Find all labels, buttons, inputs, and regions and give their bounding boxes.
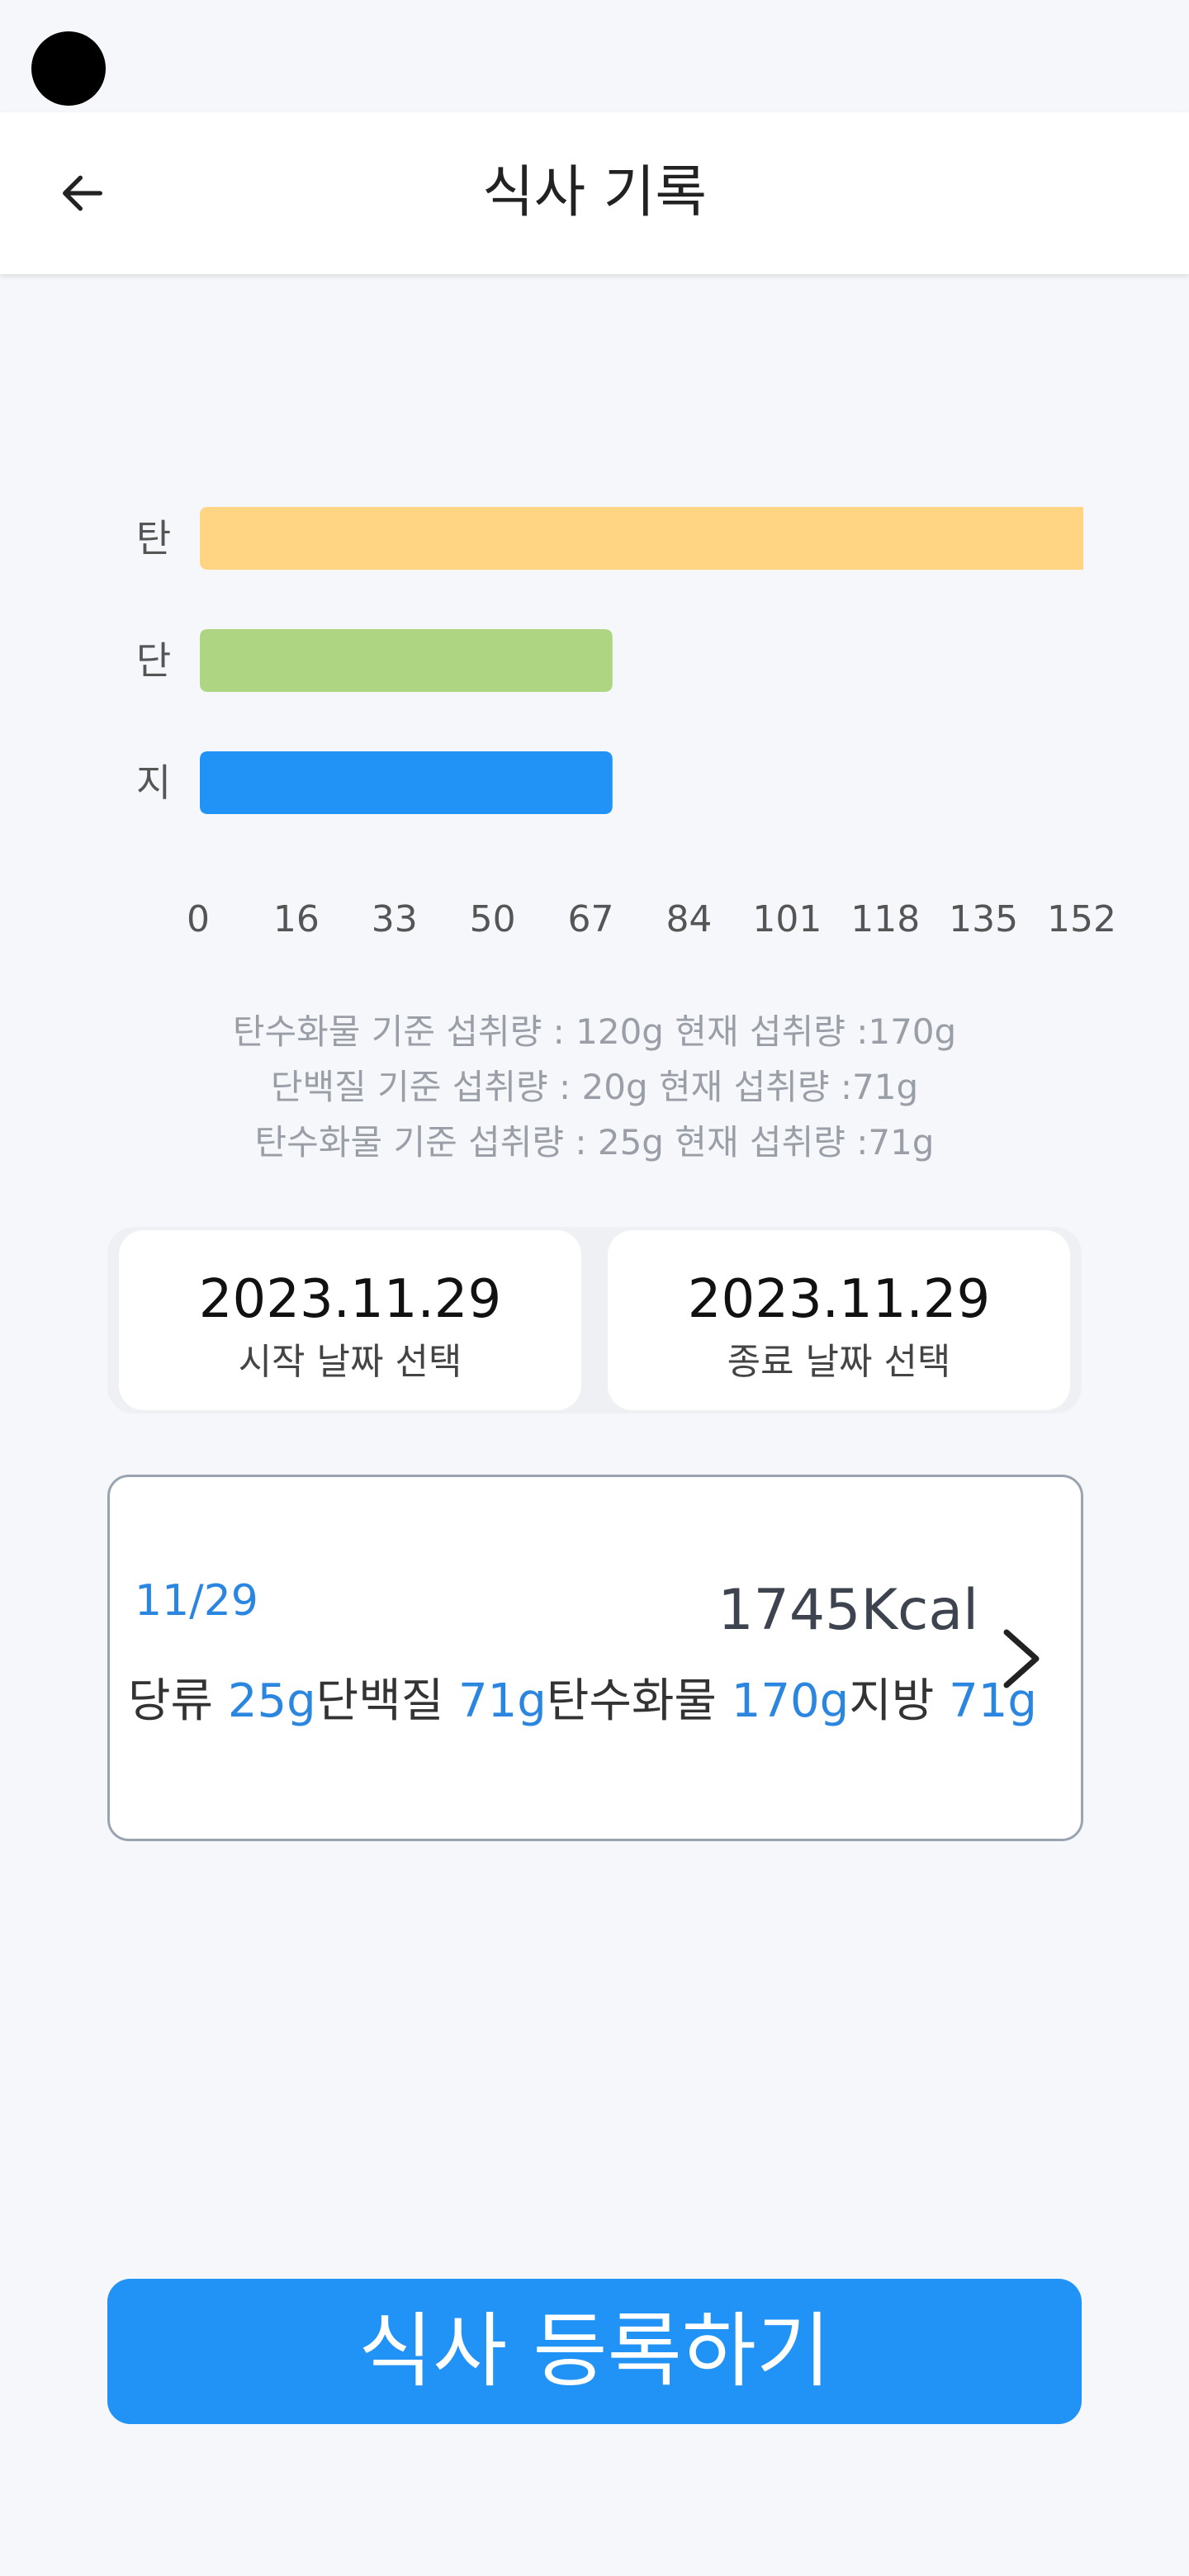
page-title: 식사 기록: [482, 160, 707, 225]
meal-record-card[interactable]: 11/29 1745Kcal 당류 25g단백질 71g탄수화물 170g지방 …: [107, 1475, 1083, 1841]
start-date-label: 시작 날짜 선택: [238, 1341, 462, 1383]
end-date-value: 2023.11.29: [687, 1269, 991, 1330]
intake-line-carbs: 탄수화물 기준 섭취량 : 120g 현재 섭취량 :170g: [232, 1011, 957, 1052]
nutrient-value-sugar: 25g: [227, 1674, 316, 1728]
bar-label-1: 단: [136, 638, 171, 683]
x-tick-label: 84: [666, 898, 712, 940]
end-date-label: 종료 날짜 선택: [727, 1341, 951, 1383]
x-tick-label: 101: [752, 898, 822, 940]
meal-date: 11/29: [135, 1576, 258, 1626]
bar-label-0: 탄: [136, 516, 171, 561]
nutrient-value-carbs: 170g: [731, 1674, 850, 1728]
nutrient-label-sugar: 당류: [128, 1674, 214, 1728]
nutrient-label-fat: 지방: [849, 1674, 935, 1728]
nutrient-value-protein: 71g: [458, 1674, 547, 1728]
x-tick-label: 118: [850, 898, 920, 940]
nutrient-row: 당류 25g단백질 71g탄수화물 170g지방 71g: [128, 1664, 1053, 1731]
date-range-selector: 2023.11.29 시작 날짜 선택 2023.11.29 종료 날짜 선택: [107, 1227, 1082, 1413]
start-date-button[interactable]: 2023.11.29 시작 날짜 선택: [119, 1230, 581, 1410]
x-tick-label: 0: [187, 898, 210, 940]
bar-1: [200, 629, 613, 692]
nutrient-label-protein: 단백질: [315, 1674, 444, 1728]
intake-line-protein: 단백질 기준 섭취량 : 20g 현재 섭취량 :71g: [270, 1067, 919, 1107]
end-date-button[interactable]: 2023.11.29 종료 날짜 선택: [608, 1230, 1070, 1410]
x-tick-label: 135: [949, 898, 1018, 940]
intake-line-sugar: 탄수화물 기준 섭취량 : 25g 현재 섭취량 :71g: [254, 1122, 935, 1163]
start-date-value: 2023.11.29: [198, 1269, 502, 1330]
bar-2: [200, 751, 613, 814]
back-button[interactable]: [36, 147, 129, 239]
x-tick-label: 67: [568, 898, 614, 940]
arrow-left-icon: [63, 175, 102, 211]
x-tick-label: 50: [470, 898, 516, 940]
chart-svg: 탄단지 0 16 33 50 67 84 101 118 135 152: [136, 507, 1116, 940]
x-tick-label: 16: [273, 898, 320, 940]
x-tick-label: 152: [1047, 898, 1116, 940]
app-bar: 식사 기록: [0, 112, 1189, 274]
x-tick-label: 33: [372, 898, 418, 940]
camera-cutout: [31, 31, 106, 106]
bar-label-2: 지: [136, 760, 171, 805]
status-bar: [0, 0, 1189, 112]
register-meal-button[interactable]: 식사 등록하기: [107, 2279, 1082, 2424]
intake-summary: 탄수화물 기준 섭취량 : 120g 현재 섭취량 :170g 단백질 기준 섭…: [0, 1004, 1189, 1170]
chevron-right-icon: [1003, 1629, 1040, 1688]
nutrient-label-carbs: 탄수화물: [546, 1674, 717, 1728]
bar-0: [200, 507, 1083, 570]
meal-calories: 1745Kcal: [718, 1578, 978, 1643]
macro-bar-chart: 탄단지 0 16 33 50 67 84 101 118 135 152: [0, 462, 1189, 974]
